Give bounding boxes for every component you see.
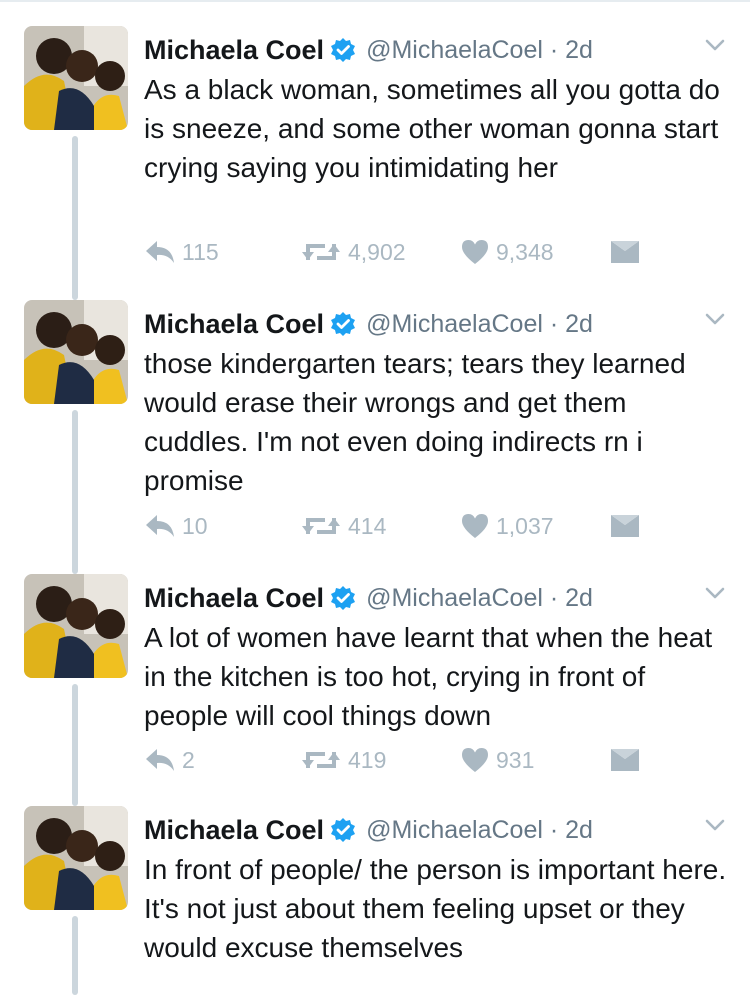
avatar[interactable] — [24, 26, 128, 130]
verified-badge-icon — [331, 818, 356, 842]
reply-arrow-icon — [146, 515, 174, 537]
author-name[interactable]: Michaela Coel — [144, 583, 324, 614]
dm-button[interactable] — [610, 506, 640, 546]
retweet-count: 419 — [348, 746, 387, 773]
tweet-text: In front of people/ the person is import… — [144, 854, 727, 963]
dm-button[interactable] — [610, 740, 640, 780]
author-name[interactable]: Michaela Coel — [144, 35, 324, 66]
tweet-actions: 10 414 1,037 — [144, 506, 704, 546]
retweet-count: 4,902 — [348, 238, 406, 265]
verified-badge-icon — [331, 38, 356, 62]
reply-button[interactable]: 10 — [144, 506, 208, 546]
tweet[interactable]: Michaela Coel @MichaelaCoel · 2d A lot o… — [0, 574, 750, 806]
tweet-text: A lot of women have learnt that when the… — [144, 622, 713, 731]
retweet-button[interactable]: 419 — [300, 740, 386, 780]
top-divider — [0, 0, 750, 2]
envelope-icon — [611, 515, 639, 537]
author-name[interactable]: Michaela Coel — [144, 309, 324, 340]
reply-arrow-icon — [146, 241, 174, 263]
avatar[interactable] — [24, 574, 128, 678]
tweet-actions: 115 4,902 9,348 — [144, 232, 704, 272]
like-button[interactable]: 931 — [460, 740, 534, 780]
thread-line — [72, 136, 78, 300]
tweet-actions: 2 419 931 — [144, 740, 704, 780]
heart-icon — [462, 748, 488, 772]
reply-count: 115 — [182, 238, 219, 265]
verified-badge-icon — [331, 312, 356, 336]
thread-line — [72, 684, 78, 806]
envelope-icon — [611, 241, 639, 263]
chevron-down-icon[interactable] — [702, 812, 728, 838]
avatar[interactable] — [24, 300, 128, 404]
tweet[interactable]: Michaela Coel @MichaelaCoel · 2d In fron… — [0, 806, 750, 995]
reply-button[interactable]: 2 — [144, 740, 195, 780]
reply-count: 2 — [182, 746, 195, 773]
tweet-text: those kindergarten tears; tears they lea… — [144, 348, 686, 496]
like-count: 931 — [496, 746, 535, 773]
retweet-icon — [302, 518, 340, 534]
author-handle[interactable]: @MichaelaCoel · 2d — [366, 310, 593, 339]
heart-icon — [462, 240, 488, 264]
author-handle[interactable]: @MichaelaCoel · 2d — [366, 584, 593, 613]
like-count: 9,348 — [496, 238, 554, 265]
reply-arrow-icon — [146, 749, 174, 771]
retweet-icon — [302, 752, 340, 768]
like-button[interactable]: 1,037 — [460, 506, 554, 546]
envelope-icon — [611, 749, 639, 771]
reply-button[interactable]: 115 — [144, 232, 219, 272]
tweet[interactable]: Michaela Coel @MichaelaCoel · 2d those k… — [0, 300, 750, 574]
author-handle[interactable]: @MichaelaCoel · 2d — [366, 36, 593, 65]
author-name[interactable]: Michaela Coel — [144, 815, 324, 846]
like-button[interactable]: 9,348 — [460, 232, 554, 272]
tweet-header: Michaela Coel @MichaelaCoel · 2d — [144, 812, 724, 848]
tweet-header: Michaela Coel @MichaelaCoel · 2d — [144, 580, 724, 616]
author-handle[interactable]: @MichaelaCoel · 2d — [366, 816, 593, 845]
tweet-header: Michaela Coel @MichaelaCoel · 2d — [144, 32, 724, 68]
thread-line — [72, 916, 78, 995]
dm-button[interactable] — [610, 232, 640, 272]
retweet-button[interactable]: 4,902 — [300, 232, 406, 272]
thread-line — [72, 410, 78, 574]
retweet-count: 414 — [348, 512, 387, 539]
verified-badge-icon — [331, 586, 356, 610]
retweet-button[interactable]: 414 — [300, 506, 386, 546]
chevron-down-icon[interactable] — [702, 306, 728, 332]
retweet-icon — [302, 244, 340, 260]
like-count: 1,037 — [496, 512, 554, 539]
reply-count: 10 — [182, 512, 208, 539]
tweet[interactable]: Michaela Coel @MichaelaCoel · 2d As a bl… — [0, 26, 750, 300]
chevron-down-icon[interactable] — [702, 32, 728, 58]
tweet-text: As a black woman, sometimes all you gott… — [144, 74, 720, 183]
avatar[interactable] — [24, 806, 128, 910]
heart-icon — [462, 514, 488, 538]
chevron-down-icon[interactable] — [702, 580, 728, 606]
tweet-header: Michaela Coel @MichaelaCoel · 2d — [144, 306, 724, 342]
